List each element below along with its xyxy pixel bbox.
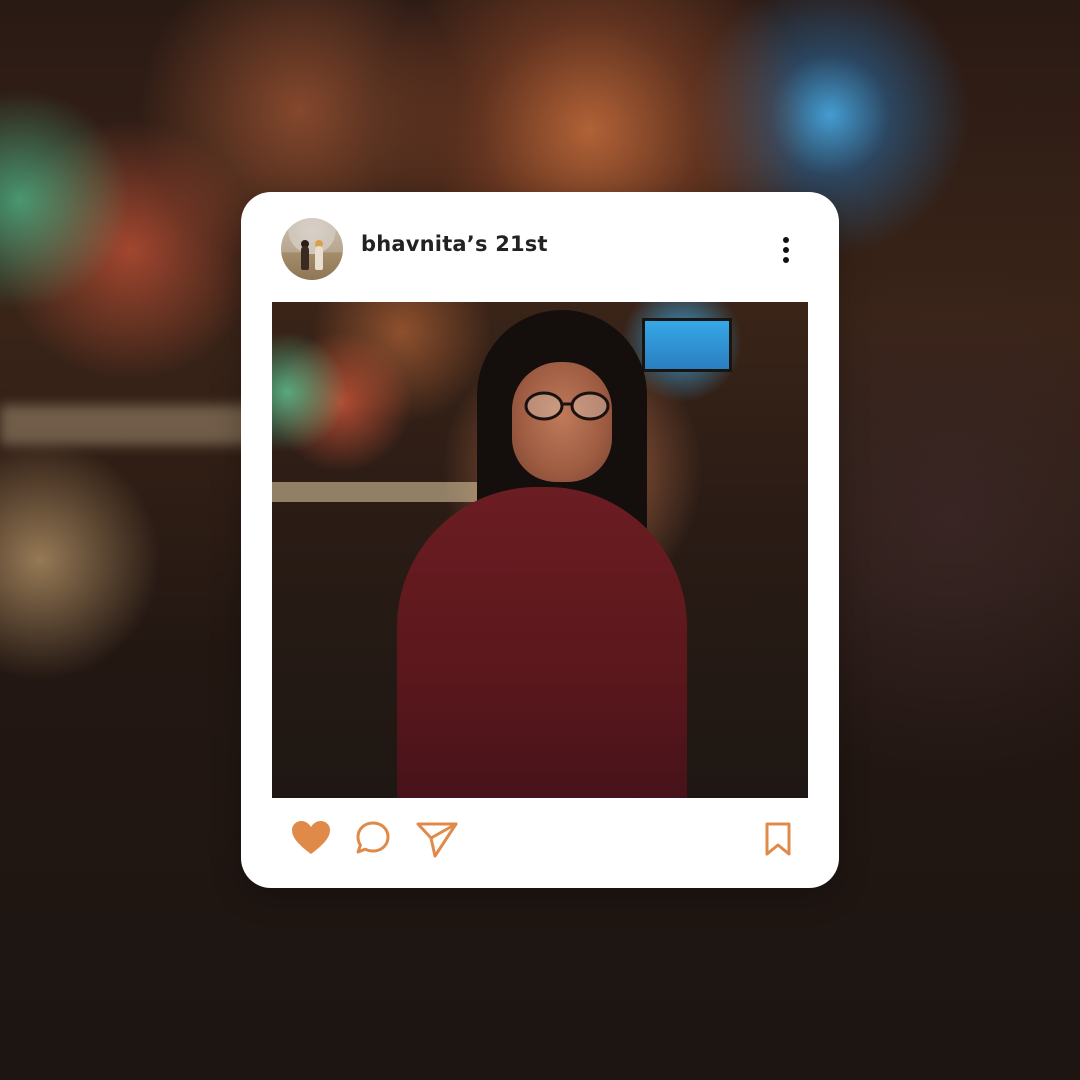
post-photo <box>272 302 808 798</box>
send-icon[interactable] <box>415 820 459 858</box>
comment-icon[interactable] <box>355 820 391 856</box>
more-vertical-icon[interactable] <box>781 236 791 264</box>
avatar[interactable] <box>281 218 343 280</box>
post-card: bhavnita’s 21st <box>241 192 839 888</box>
photo-shelf <box>272 482 482 502</box>
bookmark-icon[interactable] <box>763 822 793 856</box>
photo-person-face <box>512 362 612 482</box>
avatar-figure <box>301 246 309 270</box>
post-username[interactable]: bhavnita’s 21st <box>361 232 548 256</box>
background-shelf <box>0 405 260 445</box>
avatar-figure <box>315 246 323 270</box>
photo-person-shirt <box>397 487 687 798</box>
photo-tv-screen <box>642 318 732 372</box>
heart-icon[interactable] <box>291 820 331 856</box>
post-actions-bar <box>241 812 839 872</box>
photo-person-glasses <box>524 391 610 421</box>
